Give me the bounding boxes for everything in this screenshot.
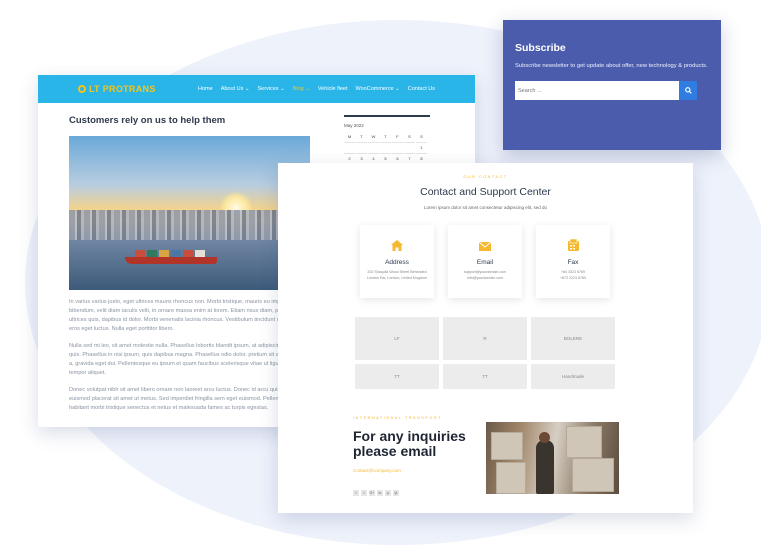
facebook-icon[interactable]: f: [353, 490, 359, 496]
inquiry-title: For any inquiries please email: [353, 428, 466, 459]
contact-title: Contact and Support Center: [420, 186, 551, 198]
fax-icon: [567, 238, 579, 251]
calendar-day-header: F: [392, 134, 403, 143]
inquiry-eyebrow: INTERNATIONAL TRANSPORT: [353, 416, 442, 420]
subscribe-search-input[interactable]: [515, 81, 679, 100]
nav-item-vehicle-fleet[interactable]: Vehicle fleet: [318, 86, 348, 92]
inquiry-email-link[interactable]: Contact@company.com: [353, 468, 401, 473]
home-icon: [391, 240, 403, 251]
post-paragraph-2: Nulla sed mi leo, sit amet molestie null…: [69, 343, 310, 376]
fax-line-2: +873 2223 6789: [559, 275, 587, 280]
nav-item-blog[interactable]: Blog ⌄: [293, 86, 310, 92]
calendar-day-header: W: [368, 134, 379, 143]
contact-info-cards: Address 202 Shaquila Wood Street Beheade…: [360, 225, 610, 298]
social-links: f t G+ in p yt: [353, 490, 399, 496]
post-hero-image: [69, 136, 310, 290]
subscribe-text: Subscribe newsletter to get update about…: [515, 63, 708, 69]
fax-card: Fax +84 3323 6789 +873 2223 6789: [536, 225, 610, 298]
cargo-ship-shape: [125, 248, 217, 264]
site-logo[interactable]: LT PROTRANS: [78, 84, 156, 94]
city-skyline-shape: [69, 210, 310, 240]
site-header: LT PROTRANS Home About Us ⌄ Services ⌄ B…: [38, 75, 475, 103]
subscribe-title: Subscribe: [515, 42, 566, 54]
partner-logo[interactable]: LF: [355, 317, 439, 360]
main-nav: Home About Us ⌄ Services ⌄ Blog ⌄ Vehicl…: [198, 86, 435, 92]
calendar-day-header: S: [404, 134, 415, 143]
envelope-icon: [478, 241, 492, 251]
calendar-date[interactable]: [356, 145, 367, 154]
youtube-icon[interactable]: yt: [393, 490, 399, 496]
address-line-1: 202 Shaquila Wood Street Beheaded: [367, 270, 427, 274]
subscribe-widget: Subscribe Subscribe newsletter to get up…: [503, 20, 721, 150]
calendar-month: May 2022: [344, 123, 364, 128]
calendar-day-header: S: [416, 134, 427, 143]
pinterest-icon[interactable]: p: [385, 490, 391, 496]
partner-logo[interactable]: TT: [355, 364, 439, 389]
partner-logo[interactable]: R: [443, 317, 527, 360]
email-title: Email: [476, 259, 494, 266]
calendar-date[interactable]: [392, 145, 403, 154]
email-line-2[interactable]: info@yourdomain.com: [448, 276, 522, 282]
fax-title: Fax: [567, 259, 579, 266]
google-plus-icon[interactable]: G+: [369, 490, 375, 496]
subscribe-form: [515, 81, 721, 100]
calendar-date[interactable]: [404, 145, 415, 154]
logo-text: LT PROTRANS: [89, 84, 156, 94]
post-title[interactable]: Customers rely on us to help them: [69, 115, 310, 126]
partner-logo[interactable]: TT: [443, 364, 527, 389]
contact-subtitle: Lorem ipsum dolor sit amet consectetur a…: [423, 205, 548, 210]
calendar-day-header: M: [344, 134, 355, 143]
sidebar-divider: [344, 115, 430, 117]
address-card: Address 202 Shaquila Wood Street Beheade…: [360, 225, 434, 298]
twitter-icon[interactable]: t: [361, 490, 367, 496]
address-title: Address: [385, 259, 409, 266]
nav-item-about-us[interactable]: About Us ⌄: [221, 86, 250, 92]
nav-item-home[interactable]: Home: [198, 86, 213, 92]
partner-logo[interactable]: BOLERE: [531, 317, 615, 360]
calendar-date[interactable]: [380, 145, 391, 154]
linkedin-icon[interactable]: in: [377, 490, 383, 496]
blog-post: Customers rely on us to help them In var…: [69, 115, 310, 413]
calendar-date[interactable]: [368, 145, 379, 154]
partner-logo[interactable]: Handmade: [531, 364, 615, 389]
contact-eyebrow: OUR CONTACT: [463, 175, 508, 179]
subscribe-search-button[interactable]: [679, 81, 697, 100]
calendar-day-header: T: [380, 134, 391, 143]
nav-item-services[interactable]: Services ⌄: [257, 86, 284, 92]
contact-page-preview: OUR CONTACT Contact and Support Center L…: [278, 163, 693, 513]
calendar-day-header: T: [356, 134, 367, 143]
nav-item-contact-us[interactable]: Contact Us: [408, 86, 435, 92]
nav-item-woocommerce[interactable]: WooCommerce ⌄: [356, 86, 400, 92]
warehouse-worker-photo: [486, 422, 619, 494]
post-paragraph-1: In varius varius justo, eget ultrices ma…: [69, 299, 308, 332]
address-line-2: London Ear, London, United Kingdom: [367, 275, 427, 280]
search-icon: [684, 87, 692, 94]
calendar-date[interactable]: [344, 145, 355, 154]
partner-logos-grid: LF R BOLERE TT TT Handmade: [355, 317, 615, 389]
email-card: Email support@yourdomain.com info@yourdo…: [448, 225, 522, 298]
calendar-date[interactable]: 1: [416, 145, 427, 154]
post-paragraph-3: Donec volutpat nibh sit amet libero orna…: [69, 387, 299, 411]
logo-icon: [78, 85, 86, 93]
